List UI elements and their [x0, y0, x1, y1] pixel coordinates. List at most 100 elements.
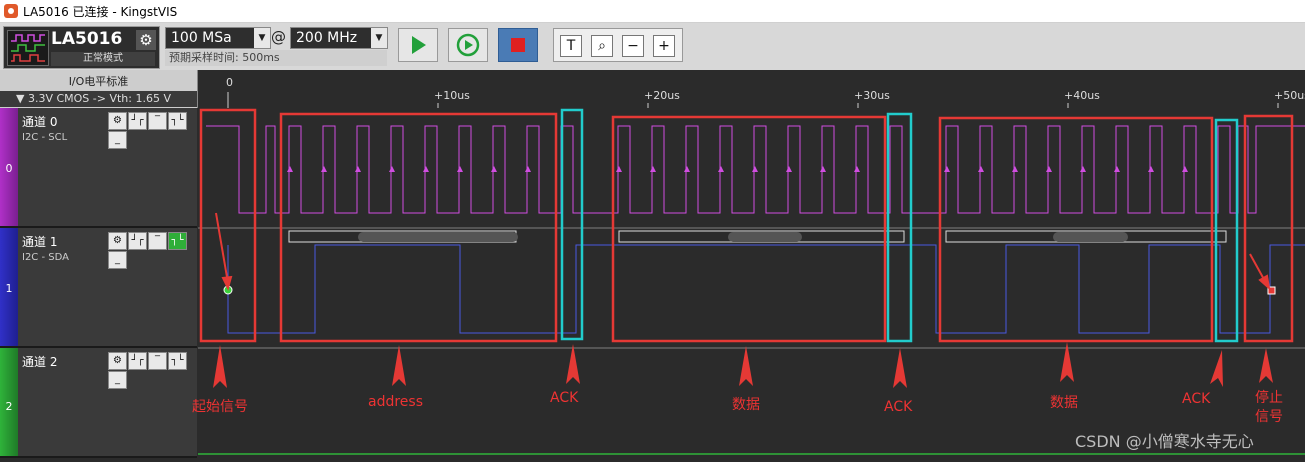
arrow-up-icon	[392, 345, 406, 386]
label-ack-1: ACK	[550, 390, 579, 406]
stop-icon	[511, 38, 525, 52]
label-data-1: 数据	[732, 397, 760, 413]
chevron-down-icon: ▼	[254, 28, 270, 48]
channel-name[interactable]: 通道 0	[22, 114, 92, 130]
watermark: CSDN @小僧寒水寺无心	[1075, 432, 1254, 451]
io-level-value: ▼ 3.3V CMOS -> Vth: 1.65 V	[16, 92, 171, 105]
channel-panel-1[interactable]: 1 通道 1 I2C - SDA ⚙ ┘┌ ‾ ┐└ _	[0, 228, 197, 348]
channel-protocol: I2C - SCL	[22, 132, 68, 143]
scl-rising-edge-marker	[1046, 166, 1052, 172]
scl-rising-edge-marker	[525, 166, 531, 172]
scl-rising-edge-marker	[650, 166, 656, 172]
scl-rising-edge-marker	[1080, 166, 1086, 172]
at-symbol: @	[271, 28, 286, 46]
device-box[interactable]: LA5016 ⚙ 正常模式	[3, 26, 160, 69]
toolbar: LA5016 ⚙ 正常模式 100 MSa ▼ @ 200 MHz ▼ 预期采样…	[0, 23, 1305, 70]
sample-count-value: 100 MSa	[171, 30, 232, 46]
arrow-up-icon	[213, 345, 227, 388]
arrow-up-icon	[893, 348, 907, 388]
zoom-in-icon[interactable]: +	[653, 35, 675, 57]
label-ack-3: ACK	[1182, 391, 1211, 407]
decode-bar-data-1	[618, 230, 905, 243]
trigger-low-icon[interactable]: _	[108, 371, 127, 389]
view-tool-group: T ⌕ − +	[553, 28, 683, 62]
data2-highlight-box	[938, 116, 1214, 343]
channel-index: 0	[5, 162, 13, 175]
scl-edge-markers	[287, 166, 1188, 172]
channel-index: 2	[5, 400, 13, 413]
scl-rising-edge-marker	[1182, 166, 1188, 172]
scl-rising-edge-marker	[457, 166, 463, 172]
time-ruler-ticks	[227, 92, 1279, 108]
channel-name[interactable]: 通道 1	[22, 234, 92, 250]
trigger-falling-edge-icon[interactable]: ┐└	[168, 112, 187, 130]
sample-rate-value: 200 MHz	[296, 30, 358, 46]
ack1-highlight-box	[560, 108, 584, 341]
device-settings-gear-icon[interactable]: ⚙	[136, 30, 156, 50]
text-tool-icon[interactable]: T	[560, 35, 582, 57]
channel-tools: ⚙ ┘┌ ‾ ┐└ _	[108, 352, 197, 390]
waveform-area[interactable]: 起始信号 address ACK 数据 ACK 数据 ACK 停止 信号	[192, 108, 1305, 458]
decode-bar-address	[288, 230, 518, 243]
scl-rising-edge-marker	[786, 166, 792, 172]
label-start-signal: 起始信号	[192, 399, 248, 415]
sda-waveform	[227, 244, 1305, 334]
sample-rate-select[interactable]: 200 MHz ▼	[290, 27, 388, 49]
channel-settings-gear-icon[interactable]: ⚙	[108, 232, 127, 250]
scl-rising-edge-marker	[287, 166, 293, 172]
trigger-high-icon[interactable]: ‾	[148, 232, 167, 250]
channel-settings-gear-icon[interactable]: ⚙	[108, 112, 127, 130]
decode-bar-data-2	[945, 230, 1227, 243]
trigger-high-icon[interactable]: ‾	[148, 352, 167, 370]
loop-run-button[interactable]	[448, 28, 488, 62]
channel-tools: ⚙ ┘┌ ‾ ┐└ _	[108, 232, 197, 270]
scl-rising-edge-marker	[752, 166, 758, 172]
device-waveform-icon	[7, 30, 49, 66]
channel-name[interactable]: 通道 2	[22, 354, 92, 370]
scl-rising-edge-marker	[820, 166, 826, 172]
scl-rising-edge-marker	[944, 166, 950, 172]
channel-color-strip: 0	[0, 108, 18, 226]
trigger-falling-edge-icon[interactable]: ┐└	[168, 352, 187, 370]
channel-index: 1	[5, 282, 13, 295]
channel-panel-2[interactable]: 2 通道 2 ⚙ ┘┌ ‾ ┐└ _	[0, 348, 197, 458]
label-stop-line-2: 信号	[1255, 409, 1283, 425]
trigger-rising-edge-icon[interactable]: ┘┌	[128, 232, 147, 250]
scl-rising-edge-marker	[978, 166, 984, 172]
io-level-select[interactable]: ▼ 3.3V CMOS -> Vth: 1.65 V	[0, 91, 197, 107]
sample-count-select[interactable]: 100 MSa ▼	[165, 27, 271, 49]
arrow-up-icon	[739, 346, 753, 386]
label-stop-line-1: 停止	[1255, 390, 1283, 406]
time-ruler[interactable]: 0 +10us +20us +30us +40us +50us	[198, 70, 1305, 108]
zoom-fit-icon[interactable]: ⌕	[591, 35, 613, 57]
scl-rising-edge-marker	[423, 166, 429, 172]
label-address: address	[368, 394, 424, 410]
scl-rising-edge-marker	[355, 166, 361, 172]
channel-settings-gear-icon[interactable]: ⚙	[108, 352, 127, 370]
trigger-rising-edge-icon[interactable]: ┘┌	[128, 352, 147, 370]
trigger-low-icon[interactable]: _	[108, 251, 127, 269]
scl-rising-edge-marker	[616, 166, 622, 172]
predicted-time: 预期采样时间: 500ms	[165, 50, 387, 66]
trigger-low-icon[interactable]: _	[108, 131, 127, 149]
chevron-down-icon: ▼	[371, 28, 387, 48]
arrow-up-icon	[1210, 350, 1223, 387]
scl-rising-edge-marker	[389, 166, 395, 172]
channel-protocol: I2C - SDA	[22, 252, 69, 263]
device-name: LA5016	[51, 29, 123, 49]
scl-rising-edge-marker	[1148, 166, 1154, 172]
channel-panel-0[interactable]: 0 通道 0 I2C - SCL ⚙ ┘┌ ‾ ┐└ _	[0, 108, 197, 228]
scl-rising-edge-marker	[1012, 166, 1018, 172]
trigger-rising-edge-icon[interactable]: ┘┌	[128, 112, 147, 130]
trigger-falling-edge-icon[interactable]: ┐└	[168, 232, 187, 250]
scl-rising-edge-marker	[718, 166, 724, 172]
trigger-high-icon[interactable]: ‾	[148, 112, 167, 130]
arrow-up-icon	[566, 344, 580, 384]
stop-button[interactable]	[498, 28, 538, 62]
zoom-out-icon[interactable]: −	[622, 35, 644, 57]
label-data-2: 数据	[1050, 395, 1078, 411]
run-button[interactable]	[398, 28, 438, 62]
scl-rising-edge-marker	[684, 166, 690, 172]
io-level-header: I/O电平标准 ▼ 3.3V CMOS -> Vth: 1.65 V	[0, 70, 198, 108]
scl-rising-edge-marker	[491, 166, 497, 172]
